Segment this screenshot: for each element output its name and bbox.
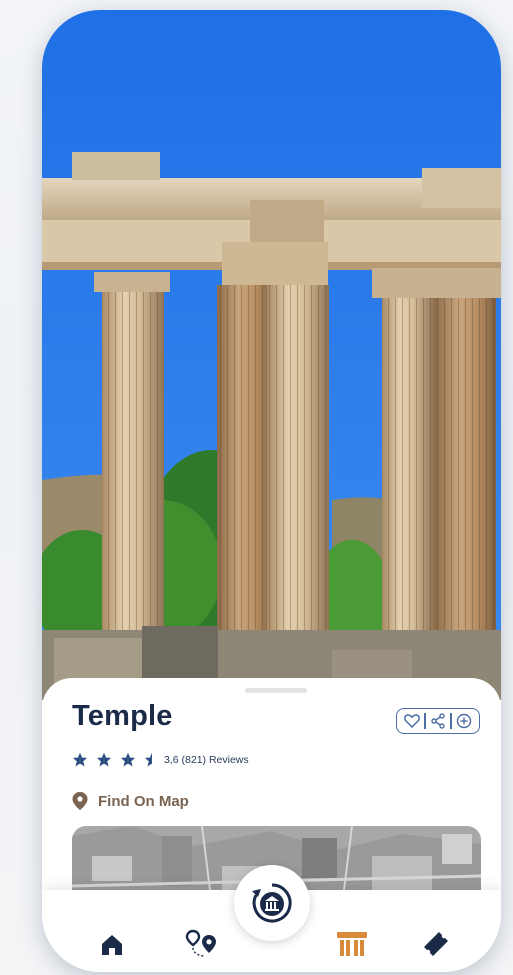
phone-frame: Temple 3,6 (821) Reviews Find On Map bbox=[42, 10, 501, 972]
drag-handle[interactable] bbox=[245, 688, 307, 693]
share-icon[interactable] bbox=[427, 710, 449, 732]
plus-circle-icon[interactable] bbox=[453, 710, 475, 732]
ticket-icon bbox=[424, 932, 448, 956]
hero-image bbox=[42, 10, 501, 700]
rating-text: 3,6 (821) Reviews bbox=[164, 754, 249, 766]
heart-icon[interactable] bbox=[401, 710, 423, 732]
route-icon bbox=[185, 929, 216, 957]
half-star-icon bbox=[144, 752, 152, 767]
column-icon bbox=[337, 932, 367, 956]
action-group bbox=[396, 708, 480, 734]
star-icon bbox=[120, 752, 136, 767]
home-icon bbox=[102, 935, 122, 955]
nav-tickets[interactable] bbox=[416, 926, 456, 962]
find-on-map-label: Find On Map bbox=[98, 792, 189, 810]
center-history-button[interactable] bbox=[234, 865, 310, 941]
place-title: Temple bbox=[72, 700, 173, 732]
nav-sights[interactable] bbox=[332, 928, 372, 962]
divider bbox=[424, 713, 426, 729]
location-pin-icon bbox=[72, 792, 88, 810]
nav-home[interactable] bbox=[92, 928, 132, 962]
rating-row: 3,6 (821) Reviews bbox=[72, 752, 249, 768]
find-on-map-link[interactable]: Find On Map bbox=[72, 792, 189, 810]
divider bbox=[450, 713, 452, 729]
nav-route[interactable] bbox=[180, 926, 224, 962]
museum-history-icon bbox=[252, 883, 292, 923]
star-icon bbox=[72, 752, 88, 767]
star-icon bbox=[96, 752, 112, 767]
